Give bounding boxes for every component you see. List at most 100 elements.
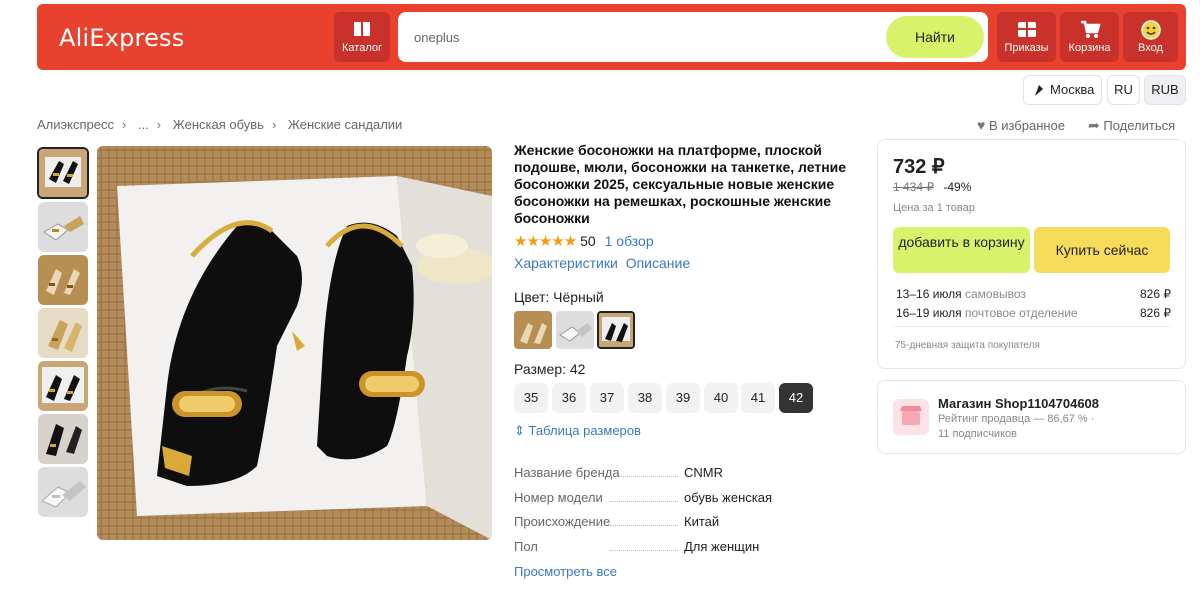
chevron-right-icon: › — [156, 117, 162, 132]
delivery-method: самовывоз — [965, 287, 1026, 301]
add-to-cart-button[interactable]: добавить в корзину — [893, 227, 1030, 273]
color-swatch[interactable] — [556, 311, 594, 349]
heart-icon: ♥ — [977, 117, 986, 133]
buyer-protection[interactable]: 75-дневная защита покупателя — [895, 340, 1040, 351]
divider — [893, 326, 1171, 327]
shop-avatar-icon — [893, 399, 929, 435]
price-unit-note: Цена за 1 товар — [893, 202, 975, 214]
rating-value: 50 — [580, 233, 596, 249]
size-option[interactable]: 41 — [741, 383, 775, 413]
spec-value: Китай — [684, 514, 720, 529]
orders-label: Приказы — [1004, 42, 1049, 54]
size-option[interactable]: 36 — [552, 383, 586, 413]
shoe-image — [38, 414, 88, 464]
top-header: AliExpress Каталог oneplus Найти Приказы… — [37, 4, 1186, 70]
product-thumbnail[interactable] — [38, 467, 88, 517]
product-main-image[interactable] — [97, 146, 492, 540]
city-label: Москва — [1050, 82, 1095, 97]
size-option-selected[interactable]: 42 — [779, 383, 813, 413]
aliexpress-logo[interactable]: AliExpress — [59, 24, 184, 52]
catalog-icon — [354, 22, 370, 36]
cart-button[interactable]: Корзина — [1060, 12, 1119, 62]
spec-value: CNMR — [684, 465, 723, 480]
login-label: Вход — [1138, 42, 1163, 54]
shoe-image — [599, 313, 633, 347]
spec-name: Название бренда — [514, 465, 620, 480]
size-option[interactable]: 40 — [704, 383, 738, 413]
delivery-option[interactable]: 13–16 июля самовывоз 826 ₽ — [896, 287, 1171, 301]
language-selector[interactable]: RU — [1107, 75, 1140, 105]
product-thumbnail[interactable] — [38, 308, 88, 358]
catalog-label: Каталог — [342, 42, 382, 54]
delivery-date: 13–16 июля — [896, 287, 962, 301]
spec-row: Происхождение Китай — [514, 514, 814, 529]
see-all-specs-link[interactable]: Просмотреть все — [514, 564, 617, 579]
orders-icon — [1017, 22, 1036, 37]
old-price-row: 1 434 ₽ -49% — [893, 180, 971, 194]
login-button[interactable]: Вход — [1123, 12, 1178, 62]
size-table-link[interactable]: ⇕ Таблица размеров — [514, 423, 641, 439]
size-option[interactable]: 37 — [590, 383, 624, 413]
product-thumbnail[interactable] — [37, 147, 89, 199]
tab-description[interactable]: Описание — [626, 255, 690, 271]
shoe-image — [514, 311, 552, 349]
catalog-button[interactable]: Каталог — [334, 12, 390, 62]
shoe-image — [38, 467, 88, 517]
search-box: oneplus Найти — [398, 12, 988, 62]
tab-specs[interactable]: Характеристики — [514, 255, 618, 271]
breadcrumb-item[interactable]: Женские сандалии — [288, 117, 402, 132]
city-selector[interactable]: Москва — [1023, 75, 1102, 105]
share-label: Поделиться — [1103, 118, 1176, 133]
size-option[interactable]: 38 — [628, 383, 662, 413]
spec-name: Пол — [514, 539, 538, 554]
rating-row: ★★★★★ 50 1 обзор — [514, 232, 654, 250]
orders-button[interactable]: Приказы — [997, 12, 1056, 62]
breadcrumb-item[interactable]: ... — [138, 117, 149, 132]
delivery-price: 826 ₽ — [1140, 287, 1171, 301]
location-pin-icon — [1035, 85, 1043, 96]
breadcrumb: Алиэкспресс › ... › Женская обувь › Женские… — [37, 117, 408, 132]
search-button[interactable]: Найти — [886, 16, 984, 58]
old-price: 1 434 ₽ — [893, 180, 934, 194]
share-arrow-icon: ➦ — [1088, 117, 1100, 133]
breadcrumb-item[interactable]: Женская обувь — [173, 117, 264, 132]
product-thumbnail[interactable] — [38, 361, 88, 411]
cart-icon — [1080, 20, 1101, 38]
delivery-date: 16–19 июля — [896, 306, 962, 320]
search-input[interactable]: oneplus — [414, 30, 460, 45]
color-label: Цвет: Чёрный — [514, 289, 604, 305]
breadcrumb-item[interactable]: Алиэкспресс — [37, 117, 114, 132]
size-option[interactable]: 35 — [514, 383, 548, 413]
star-rating-icon: ★★★★★ — [514, 233, 577, 250]
delivery-price: 826 ₽ — [1140, 306, 1171, 320]
shop-name[interactable]: Магазин Shop1104704608 — [938, 396, 1099, 411]
shoe-image — [38, 255, 88, 305]
spec-row: Номер модели обувь женская — [514, 490, 814, 505]
favorite-button[interactable]: ♥ В избранное — [977, 117, 1065, 133]
shoe-image — [38, 361, 88, 411]
shop-card[interactable]: Магазин Shop1104704608 Рейтинг продавца … — [877, 380, 1186, 454]
spec-row: Пол Для женщин — [514, 539, 814, 554]
color-swatch[interactable] — [514, 311, 552, 349]
delivery-option[interactable]: 16–19 июля почтовое отделение 826 ₽ — [896, 306, 1171, 320]
product-thumbnail[interactable] — [38, 255, 88, 305]
smiley-icon — [1140, 20, 1161, 40]
product-thumbnail[interactable] — [38, 202, 88, 252]
size-option[interactable]: 39 — [666, 383, 700, 413]
spec-value: обувь женская — [684, 490, 773, 505]
favorite-label: В избранное — [988, 118, 1066, 133]
size-label: Размер: 42 — [514, 361, 586, 377]
spec-name: Номер модели — [514, 490, 603, 505]
reviews-link[interactable]: 1 обзор — [605, 233, 654, 249]
color-swatch-selected[interactable] — [597, 311, 635, 349]
buy-now-button[interactable]: Купить сейчас — [1034, 227, 1170, 273]
currency-selector[interactable]: RUB — [1144, 75, 1186, 105]
shoe-image — [97, 146, 492, 540]
spec-value: Для женщин — [684, 539, 760, 554]
share-button[interactable]: ➦ Поделиться — [1088, 117, 1175, 134]
product-tabs: Характеристики Описание — [514, 255, 690, 271]
product-thumbnail[interactable] — [38, 414, 88, 464]
product-title: Женские босоножки на платформе, плоской … — [514, 142, 847, 226]
seller-rating: Рейтинг продавца — 86,67 % · — [938, 413, 1095, 425]
spec-name: Происхождение — [514, 514, 611, 529]
